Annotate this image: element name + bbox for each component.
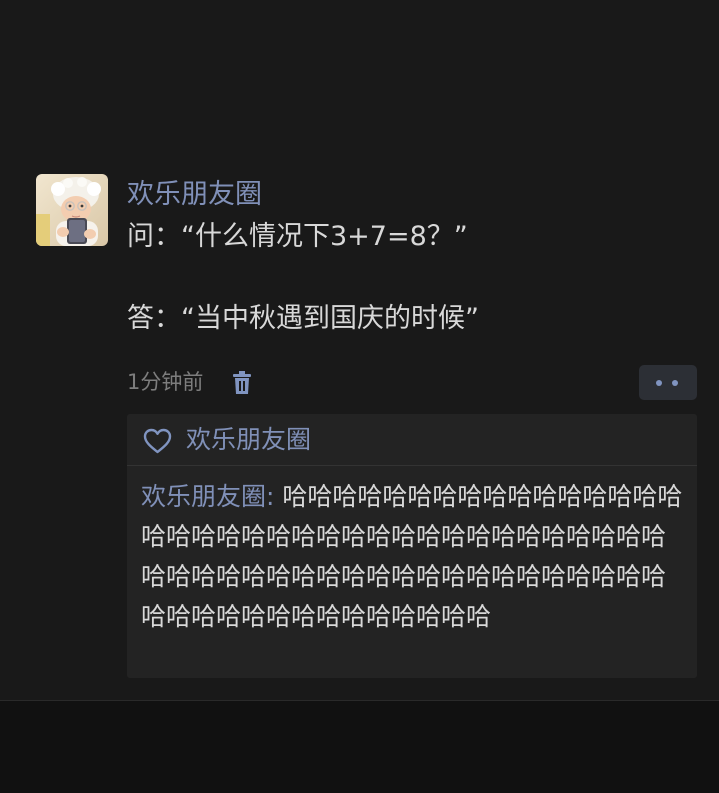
comment-author[interactable]: 欢乐朋友圈 [141, 482, 266, 511]
comment-separator: : [266, 482, 283, 511]
liker-name[interactable]: 欢乐朋友圈 [186, 422, 311, 458]
interaction-box: 欢乐朋友圈 欢乐朋友圈: 哈哈哈哈哈哈哈哈哈哈哈哈哈哈哈哈哈哈哈哈哈哈哈哈哈哈哈… [127, 414, 697, 678]
likes-row: 欢乐朋友圈 [127, 414, 697, 466]
more-dots-icon [672, 380, 678, 386]
post-time: 1分钟前 [127, 370, 204, 394]
heart-icon [142, 427, 173, 455]
post-content: 欢乐朋友圈 问：“什么情况下3+7=8？” 答：“当中秋遇到国庆的时候” [127, 176, 697, 339]
post-author[interactable]: 欢乐朋友圈 [127, 176, 697, 214]
comment[interactable]: 欢乐朋友圈: 哈哈哈哈哈哈哈哈哈哈哈哈哈哈哈哈哈哈哈哈哈哈哈哈哈哈哈哈哈哈哈哈哈… [141, 477, 686, 637]
post-text: 问：“什么情况下3+7=8？” 答：“当中秋遇到国庆的时候” [127, 221, 479, 334]
avatar[interactable] [36, 174, 108, 246]
more-dots-icon [656, 380, 662, 386]
moments-post: 欢乐朋友圈 问：“什么情况下3+7=8？” 答：“当中秋遇到国庆的时候” 1分钟… [0, 0, 719, 701]
more-button[interactable] [639, 365, 697, 400]
trash-icon[interactable] [231, 371, 253, 395]
baby-photo [36, 174, 108, 246]
post-meta: 1分钟前 [127, 364, 697, 402]
